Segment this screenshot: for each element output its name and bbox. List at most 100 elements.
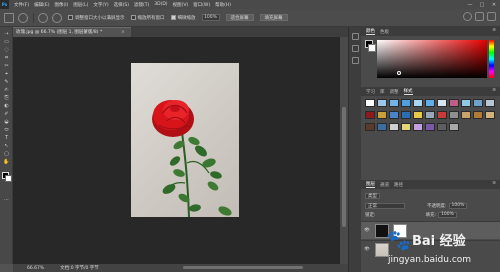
healing-brush-tool-icon[interactable]: ✎ <box>3 79 10 86</box>
fill-screen-button[interactable]: 填充屏幕 <box>259 14 288 21</box>
eyedropper-tool-icon[interactable]: ⌖ <box>3 71 10 78</box>
style-swatch[interactable] <box>389 99 399 107</box>
menu-select[interactable]: 选择(S) <box>114 2 129 8</box>
scrubby-zoom-checkbox[interactable]: 细微缩放 <box>170 15 196 21</box>
style-swatch[interactable] <box>461 99 471 107</box>
menu-edit[interactable]: 编辑(E) <box>34 2 49 8</box>
panel-menu-icon[interactable]: ≡ <box>492 88 496 93</box>
zoom-in-icon[interactable] <box>38 12 48 23</box>
style-swatch[interactable] <box>413 111 423 119</box>
style-swatch[interactable] <box>449 111 459 119</box>
type-tool-icon[interactable]: T <box>3 135 10 142</box>
history-brush-tool-icon[interactable]: ◐ <box>3 103 10 110</box>
style-swatch[interactable] <box>377 123 387 131</box>
menu-view[interactable]: 视图(V) <box>173 2 189 8</box>
vertical-scrollbar[interactable] <box>340 37 348 264</box>
status-zoom[interactable]: 66.67% <box>27 266 44 271</box>
style-swatch[interactable] <box>377 99 387 107</box>
tab-libraries[interactable]: 库 <box>380 89 385 95</box>
document-tab[interactable]: 玫瑰.jpg @ 66.7% (图层 1, 图层蒙版/8) * × <box>13 27 131 37</box>
minimize-button[interactable]: — <box>464 0 476 9</box>
rectangle-tool-icon[interactable]: ▢ <box>3 151 10 158</box>
brush-panel-icon[interactable] <box>352 57 359 64</box>
menu-help[interactable]: 帮助(H) <box>215 2 231 8</box>
home-icon[interactable] <box>4 12 14 23</box>
style-swatch[interactable] <box>437 111 447 119</box>
tab-color[interactable]: 颜色 <box>366 28 375 35</box>
eraser-tool-icon[interactable]: ✐ <box>3 111 10 118</box>
tab-swatches[interactable]: 色板 <box>380 29 389 35</box>
maximize-button[interactable]: □ <box>476 0 488 9</box>
brush-tool-icon[interactable]: ✍ <box>3 87 10 94</box>
panel-menu-icon[interactable]: ≡ <box>492 181 496 186</box>
style-swatch[interactable] <box>401 99 411 107</box>
status-document-info[interactable]: 文档:0 字节/0 字节 <box>60 265 99 271</box>
style-swatch[interactable] <box>365 123 375 131</box>
tab-channels[interactable]: 通道 <box>380 182 389 188</box>
history-panel-icon[interactable] <box>352 33 359 40</box>
resize-windows-checkbox[interactable]: 调整窗口大小以满屏显示 <box>68 15 125 21</box>
background-color-swatch[interactable] <box>5 175 12 182</box>
panel-menu-icon[interactable]: ≡ <box>492 28 496 33</box>
search-icon[interactable] <box>463 12 472 21</box>
style-swatch[interactable] <box>389 111 399 119</box>
tab-styles[interactable]: 样式 <box>403 88 413 95</box>
style-swatch[interactable] <box>413 123 423 131</box>
share-icon[interactable] <box>487 12 496 21</box>
color-panel-background[interactable] <box>368 44 376 52</box>
opacity-field[interactable]: 100% <box>448 202 468 209</box>
tab-adjustments[interactable]: 调整 <box>390 89 399 95</box>
style-swatch[interactable] <box>425 99 435 107</box>
style-swatch[interactable] <box>365 111 375 119</box>
tab-paths[interactable]: 路径 <box>394 182 403 188</box>
dodge-tool-icon[interactable]: ⬭ <box>3 127 10 134</box>
fill-field[interactable]: 100% <box>438 211 457 218</box>
style-swatch[interactable] <box>425 123 435 131</box>
workspace-icon[interactable] <box>475 12 484 21</box>
zoom-out-icon[interactable] <box>52 12 62 23</box>
style-swatch[interactable] <box>437 99 447 107</box>
horizontal-scroll-thumb[interactable] <box>183 266 303 269</box>
move-tool-icon[interactable]: ⇢ <box>3 31 10 38</box>
menu-3d[interactable]: 3D(D) <box>154 2 167 7</box>
path-selection-tool-icon[interactable]: ↖ <box>3 143 10 150</box>
visibility-eye-icon[interactable]: 👁 <box>363 247 371 252</box>
style-swatch[interactable] <box>389 123 399 131</box>
style-none-swatch[interactable] <box>365 99 375 107</box>
fit-screen-button[interactable]: 适合屏幕 <box>225 14 254 21</box>
style-swatch[interactable] <box>485 111 495 119</box>
style-swatch[interactable] <box>437 123 447 131</box>
visibility-eye-icon[interactable]: 👁 <box>363 228 371 233</box>
style-swatch[interactable] <box>377 111 387 119</box>
style-swatch[interactable] <box>461 111 471 119</box>
menu-window[interactable]: 窗口(W) <box>193 2 210 8</box>
vertical-scroll-thumb[interactable] <box>342 107 346 227</box>
close-tab-icon[interactable]: × <box>121 28 125 37</box>
layer-filter-select[interactable]: 类型 <box>365 192 380 199</box>
style-swatch[interactable] <box>425 111 435 119</box>
style-swatch[interactable] <box>485 99 495 107</box>
menu-file[interactable]: 文件(F) <box>14 2 29 8</box>
style-swatch[interactable] <box>401 123 411 131</box>
color-picker-field[interactable] <box>377 40 487 78</box>
edit-toolbar-icon[interactable]: ⋯ <box>3 197 10 204</box>
crop-tool-icon[interactable]: ✂ <box>3 63 10 70</box>
zoom-value-field[interactable]: 100% <box>201 14 220 21</box>
style-swatch[interactable] <box>401 111 411 119</box>
style-swatch[interactable] <box>449 123 459 131</box>
tab-learn[interactable]: 学习 <box>366 89 375 95</box>
blend-mode-select[interactable]: 正常 <box>365 202 405 209</box>
zoom-all-checkbox[interactable]: 缩放所有窗口 <box>130 15 165 21</box>
tab-layers[interactable]: 图层 <box>366 181 375 188</box>
menu-type[interactable]: 文字(Y) <box>93 2 108 8</box>
hue-slider[interactable] <box>489 40 494 78</box>
menu-layer[interactable]: 图层(L) <box>73 2 88 8</box>
lasso-tool-icon[interactable]: ◌ <box>3 47 10 54</box>
hand-tool-icon[interactable]: ✋ <box>3 159 10 166</box>
zoom-tool-icon[interactable] <box>18 12 28 23</box>
style-swatch[interactable] <box>473 111 483 119</box>
menu-filter[interactable]: 滤镜(T) <box>134 2 149 8</box>
menu-image[interactable]: 图像(I) <box>54 2 68 8</box>
style-swatch[interactable] <box>413 99 423 107</box>
style-swatch[interactable] <box>473 99 483 107</box>
